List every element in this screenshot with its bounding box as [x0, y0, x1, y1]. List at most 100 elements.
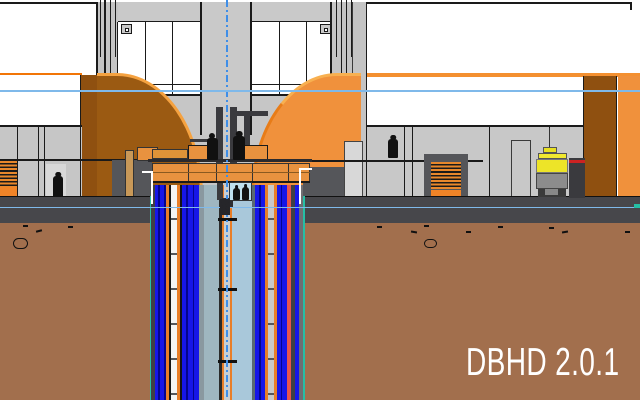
right-door-opening	[344, 141, 363, 197]
person-right-wall	[388, 139, 398, 158]
drill-tip	[222, 198, 233, 207]
shaft-strip	[169, 185, 171, 400]
right-brown-column-edge	[616, 76, 617, 197]
earth-left	[0, 223, 151, 400]
right-pier	[330, 2, 367, 197]
left-tower-line	[100, 0, 102, 57]
right-wall-line	[489, 127, 490, 197]
shaft-strip	[252, 185, 255, 400]
earth-mark	[36, 229, 42, 232]
rail-right-vertical	[299, 168, 301, 204]
shaft-cabin	[229, 182, 252, 201]
pipe-clamp	[218, 360, 237, 363]
right-louver-frame	[424, 154, 468, 197]
window-transom	[118, 84, 331, 85]
shaft-edge-teal-left	[150, 196, 152, 400]
machine-yellow-mid	[538, 153, 567, 159]
reference-line-lower	[0, 207, 640, 209]
earth-mark	[562, 230, 568, 233]
left-pier-edge	[117, 22, 119, 197]
left-arch	[97, 73, 203, 196]
earth-mark	[466, 231, 471, 233]
right-tower-line	[351, 0, 353, 57]
left-orange-block	[137, 147, 158, 161]
shaft-strip	[282, 185, 286, 400]
machine-tread	[538, 189, 566, 197]
window-band	[118, 22, 331, 95]
equipment-band-seam	[188, 163, 189, 182]
facade-box-right	[320, 24, 331, 34]
left-wall-line	[38, 127, 39, 197]
machine-yellow-body	[536, 159, 568, 173]
shaft-strip	[230, 185, 232, 400]
right-wall-line	[412, 127, 413, 197]
left-door-opening	[46, 164, 66, 197]
right-tower-line	[336, 0, 338, 57]
person-head	[209, 133, 215, 139]
platform-far-left	[152, 149, 188, 159]
rail-left-horizontal	[142, 171, 153, 173]
right-pier-edge	[366, 2, 368, 197]
left-wall-line	[44, 127, 45, 197]
person-head	[236, 131, 243, 138]
headframe-mast-lower	[231, 183, 237, 200]
person-cabin	[242, 187, 249, 200]
facade-box-right-inner	[324, 28, 329, 33]
shaft-strip	[180, 185, 182, 400]
earth-mark	[625, 231, 630, 233]
right-brown-column	[584, 76, 616, 197]
platform-right	[240, 145, 268, 160]
shaft-strip	[295, 185, 299, 400]
earth-mark	[549, 227, 554, 229]
person-platform-left	[207, 138, 218, 160]
shaft-strip	[299, 185, 302, 400]
earth-mark	[411, 230, 417, 233]
facade-box-left-inner	[125, 28, 130, 33]
wall-base-line-left	[0, 196, 151, 198]
person-left-wall	[53, 176, 63, 197]
pipe-clamp	[218, 218, 237, 221]
right-wall-top-edge	[367, 125, 584, 127]
roof-line	[0, 2, 631, 4]
wall-base-line-right	[305, 196, 640, 198]
left-louver-vent	[0, 161, 17, 187]
earth-hexagon	[13, 238, 28, 249]
equipment-band-midline	[152, 172, 310, 173]
person-head	[235, 185, 239, 189]
shaft-strip	[291, 185, 296, 400]
crane-beam	[237, 111, 268, 116]
rail-left-vertical	[151, 171, 153, 204]
left-abutment-edge	[80, 75, 81, 197]
window-mullion	[279, 22, 280, 94]
machine-base	[536, 173, 568, 190]
shaft-strip	[177, 185, 180, 400]
shaft-strip	[274, 185, 277, 400]
shaft-strip	[166, 185, 169, 400]
right-wall-line	[404, 127, 405, 197]
shaft-strip	[232, 185, 252, 400]
shaft-strip	[164, 185, 166, 400]
left-tower-line	[115, 0, 117, 57]
headframe-mast-right	[230, 107, 237, 183]
earth-mark	[498, 226, 503, 228]
left-floor-beam	[0, 159, 190, 161]
headframe-mast-left	[216, 107, 223, 183]
right-tower-line	[346, 0, 348, 85]
person-platform-right	[233, 136, 245, 160]
crane-cable	[549, 128, 550, 149]
left-tower-line	[104, 0, 106, 87]
person-head	[390, 135, 396, 141]
platform-beam	[190, 139, 217, 142]
right-door-frame	[511, 140, 531, 197]
teal-corner-mark	[634, 204, 640, 208]
window-sill	[96, 94, 354, 96]
shaft-strip	[219, 185, 222, 400]
person-cabin	[233, 188, 240, 200]
shaft-strip	[259, 185, 261, 400]
central-column-edge	[200, 2, 202, 135]
orange-roof-strip-right	[367, 73, 640, 77]
shaft-strip	[277, 185, 281, 400]
left-tower-line	[110, 0, 112, 87]
right-arch	[251, 73, 361, 196]
equipment-band	[152, 163, 310, 182]
